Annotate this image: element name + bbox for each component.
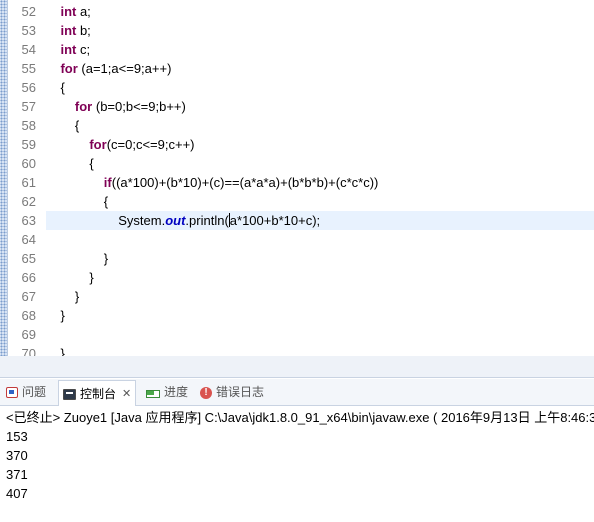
code-line[interactable]: int a; [46, 2, 594, 21]
line-number: 66 [21, 270, 36, 285]
code-line[interactable]: for (a=1;a<=9;a++) [46, 59, 594, 78]
problems-icon [6, 387, 18, 398]
line-number: 64 [21, 232, 36, 247]
error-log-icon [200, 386, 212, 400]
tab-progress[interactable]: 进度 [146, 379, 188, 406]
console-output-line: 371 [6, 467, 28, 482]
code-line[interactable]: } [46, 249, 594, 268]
tab-console[interactable]: 控制台 ✕ [58, 380, 137, 408]
tab-progress-label: 进度 [164, 385, 189, 399]
code-line[interactable]: { [46, 78, 594, 97]
code-line[interactable]: { [46, 154, 594, 173]
code-line[interactable]: int b; [46, 21, 594, 40]
line-number: 65 [21, 251, 36, 266]
line-number: 54 [21, 42, 36, 57]
console-output-line: 407 [6, 486, 28, 501]
code-line[interactable]: for (b=0;b<=9;b++) [46, 97, 594, 116]
console-status-line: <已终止> Zuoye1 [Java 应用程序] C:\Java\jdk1.8.… [6, 410, 594, 425]
tab-problems[interactable]: 问题 [6, 379, 46, 406]
code-line[interactable]: { [46, 192, 594, 211]
editor-horizontal-scrollbar[interactable] [0, 356, 594, 378]
line-number: 67 [21, 289, 36, 304]
line-number: 68 [21, 308, 36, 323]
code-line[interactable]: } [46, 268, 594, 287]
line-number: 63 [21, 213, 36, 228]
code-line[interactable]: if((a*100)+(b*10)+(c)==(a*a*a)+(b*b*b)+(… [46, 173, 594, 192]
line-number: 59 [21, 137, 36, 152]
line-number: 70 [21, 346, 36, 356]
tab-problems-label: 问题 [22, 385, 47, 399]
code-line[interactable] [46, 325, 594, 344]
console-output-line: 153 [6, 429, 28, 444]
code-line-current[interactable]: System.out.println(a*100+b*10+c); [46, 211, 594, 230]
code-editor[interactable]: 52 53 54 55 56 57 58 59 60 61 62 63 64 65 66 67 68 69 70 i… [0, 0, 594, 356]
tab-console-label: 控制台 [80, 386, 117, 401]
code-line[interactable]: } [46, 287, 594, 306]
console-output-line: 370 [6, 448, 28, 463]
line-number: 62 [21, 194, 36, 209]
line-number: 56 [21, 80, 36, 95]
code-line[interactable]: } [46, 344, 594, 356]
overview-ruler [0, 0, 8, 356]
tab-error-log[interactable]: 错误日志 [200, 379, 264, 406]
view-tab-bar: 问题 控制台 ✕ 进度 错误日志 [0, 379, 594, 408]
code-line[interactable]: int c; [46, 40, 594, 59]
line-number: 55 [21, 61, 36, 76]
console-view[interactable]: <已终止> Zuoye1 [Java 应用程序] C:\Java\jdk1.8.… [0, 406, 594, 522]
line-number: 69 [21, 327, 36, 342]
line-number: 60 [21, 156, 36, 171]
console-icon [63, 388, 76, 400]
progress-icon [146, 387, 160, 399]
code-line[interactable]: for(c=0;c<=9;c++) [46, 135, 594, 154]
tab-error-log-label: 错误日志 [216, 385, 265, 399]
line-number: 52 [21, 4, 36, 19]
line-number: 58 [21, 118, 36, 133]
line-number: 61 [21, 175, 36, 190]
close-icon[interactable]: ✕ [122, 381, 131, 408]
code-line[interactable] [46, 230, 594, 249]
code-line[interactable]: } [46, 306, 594, 325]
line-number: 53 [21, 23, 36, 38]
line-number: 57 [21, 99, 36, 114]
code-line[interactable]: { [46, 116, 594, 135]
